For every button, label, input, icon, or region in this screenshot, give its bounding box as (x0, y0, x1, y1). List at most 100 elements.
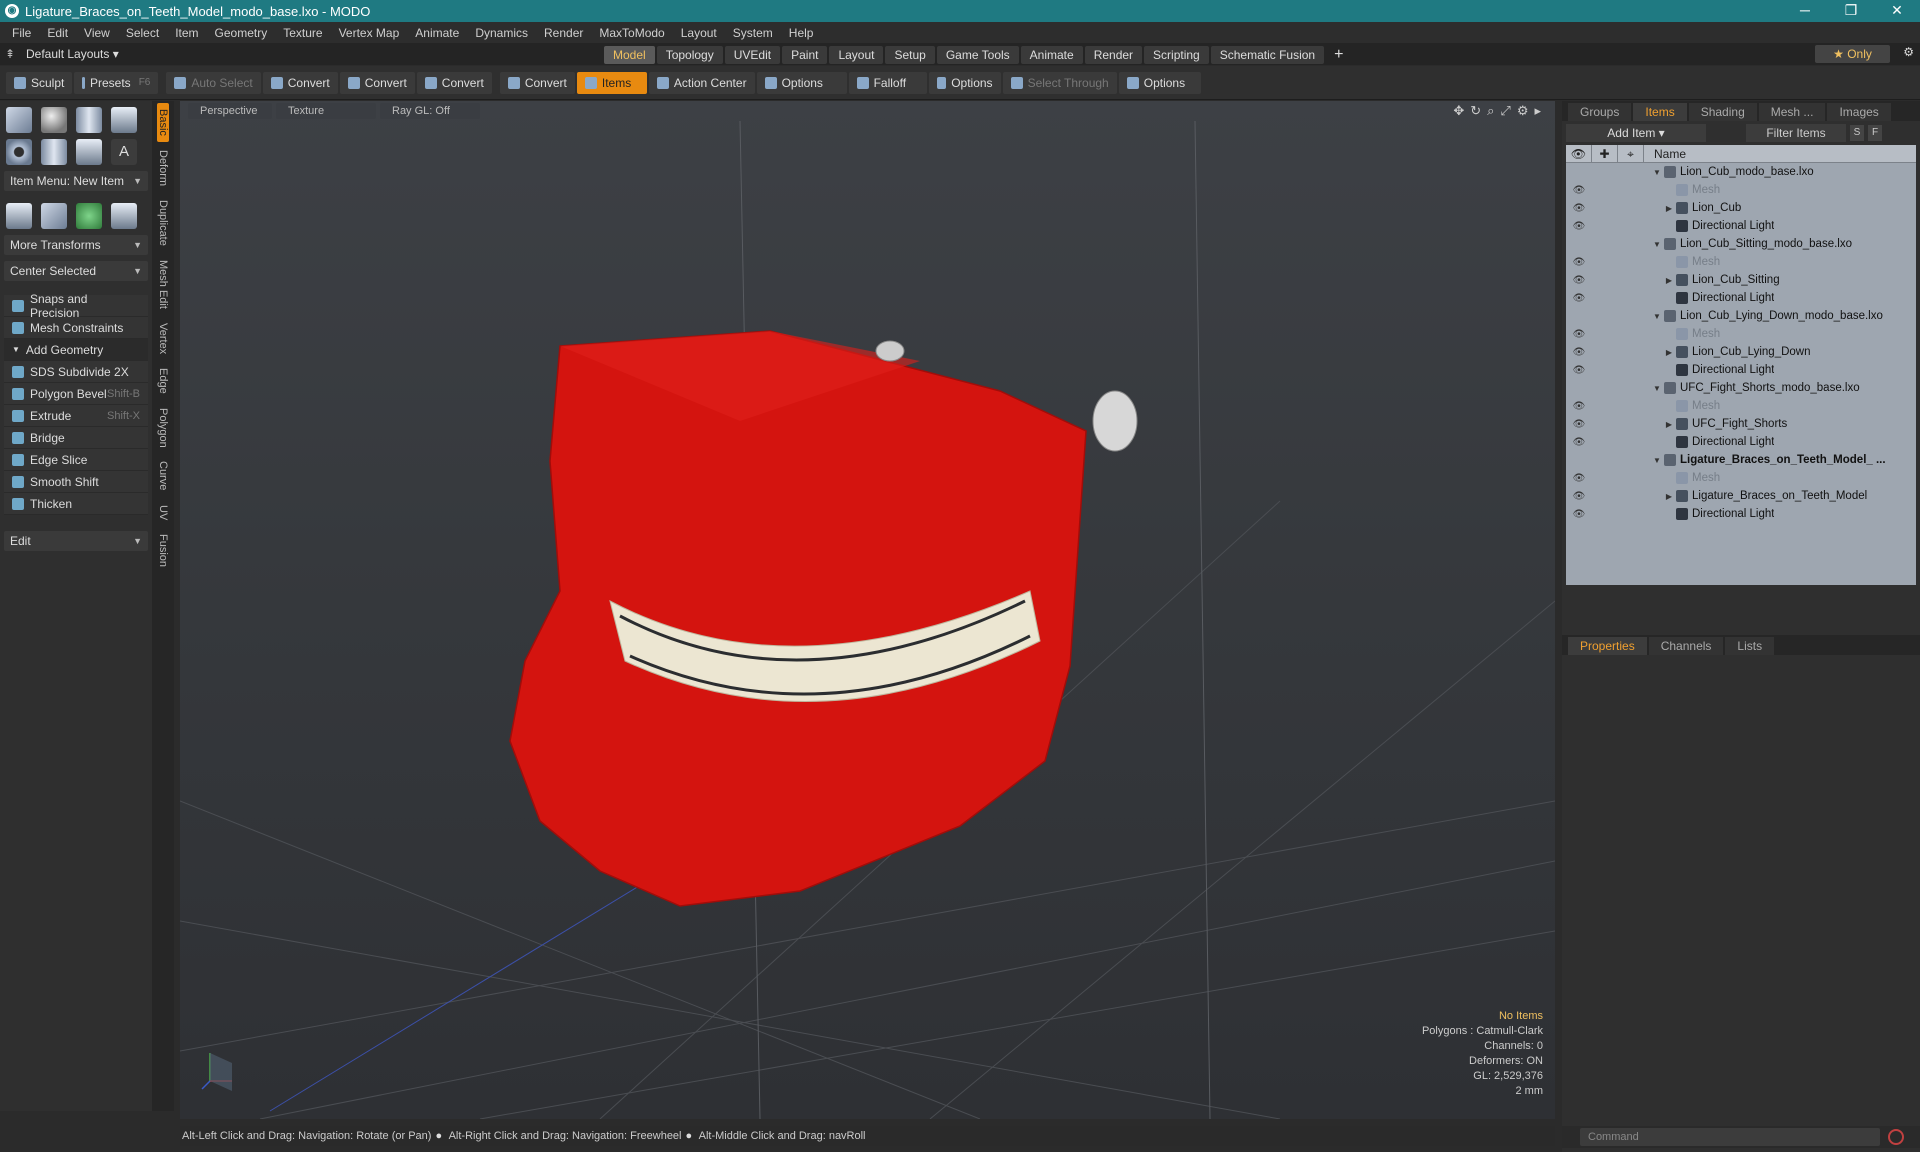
tab-layout[interactable]: Layout (829, 46, 884, 64)
tool-extrude[interactable]: Extrude Shift-X (4, 405, 148, 427)
visibility-eye-icon[interactable]: 👁 (1566, 203, 1592, 214)
edit-dropdown[interactable]: Edit ▼ (4, 531, 148, 551)
menu-layout[interactable]: Layout (673, 26, 725, 40)
record-icon[interactable] (1888, 1129, 1904, 1145)
select-options-button[interactable]: Options (1118, 71, 1201, 94)
select-through-button[interactable]: Select Through (1002, 71, 1117, 94)
menu-system[interactable]: System (725, 26, 781, 40)
grid-icon[interactable] (41, 203, 67, 229)
expanded-arrow-icon[interactable]: ▼ (1650, 168, 1664, 177)
locator-icon[interactable] (6, 203, 32, 229)
convert-edges-button[interactable]: Convert (339, 71, 415, 94)
snaps-button[interactable]: Snaps and Precision (4, 292, 148, 320)
menu-edit[interactable]: Edit (39, 26, 76, 40)
center-selected-dropdown[interactable]: Center Selected ▼ (4, 261, 148, 281)
action-center-button[interactable]: Action Center (648, 71, 755, 94)
eye-column-icon[interactable]: 👁 (1566, 144, 1592, 163)
tab-scripting[interactable]: Scripting (1144, 46, 1209, 64)
convert-vertices-button[interactable]: Convert (262, 71, 338, 94)
sphere-icon[interactable] (41, 107, 67, 133)
menu-texture[interactable]: Texture (275, 26, 330, 40)
sidetab-fusion[interactable]: Fusion (157, 528, 169, 573)
tree-row[interactable]: 👁 Directional Light (1566, 505, 1916, 523)
sidetab-edge[interactable]: Edge (157, 362, 169, 400)
auto-select-button[interactable]: Auto Select (166, 71, 261, 94)
sidetab-polygon[interactable]: Polygon (157, 402, 169, 454)
volume-icon[interactable] (111, 203, 137, 229)
sculpt-button[interactable]: Sculpt (6, 71, 73, 94)
globe-icon[interactable] (76, 203, 102, 229)
menu-select[interactable]: Select (118, 26, 167, 40)
lock-column-icon[interactable]: ✚ (1592, 144, 1618, 163)
visibility-eye-icon[interactable]: 👁 (1566, 329, 1592, 340)
pen-icon[interactable] (76, 139, 102, 165)
menu-vertex-map[interactable]: Vertex Map (331, 26, 408, 40)
cube-icon[interactable] (6, 107, 32, 133)
tree-row[interactable]: 👁 ▶ Lion_Cub_Lying_Down (1566, 343, 1916, 361)
tree-row[interactable]: ▼ Ligature_Braces_on_Teeth_Model_ ... (1566, 451, 1916, 469)
tab-model[interactable]: Model (604, 46, 655, 64)
sidetab-uv[interactable]: UV (157, 499, 169, 526)
tab-shading[interactable]: Shading (1688, 103, 1757, 121)
tab-animate[interactable]: Animate (1020, 46, 1083, 64)
visibility-eye-icon[interactable]: 👁 (1566, 221, 1592, 232)
sidetab-mesh-edit[interactable]: Mesh Edit (157, 254, 169, 315)
visibility-eye-icon[interactable]: 👁 (1566, 257, 1592, 268)
filter-items-input[interactable]: Filter Items (1746, 124, 1846, 142)
visibility-eye-icon[interactable]: 👁 (1566, 509, 1592, 520)
tab-lists[interactable]: Lists (1725, 637, 1775, 655)
visibility-eye-icon[interactable]: 👁 (1566, 419, 1592, 430)
sidetab-duplicate[interactable]: Duplicate (157, 194, 169, 252)
tab-channels[interactable]: Channels (1648, 637, 1724, 655)
expanded-arrow-icon[interactable]: ▼ (1650, 384, 1664, 393)
name-column-header[interactable]: Name (1644, 147, 1686, 161)
tool-sds-subdivide[interactable]: SDS Subdivide 2X (4, 361, 148, 383)
tree-row[interactable]: ▼ Lion_Cub_Sitting_modo_base.lxo (1566, 235, 1916, 253)
convert-materials-button[interactable]: Convert (499, 71, 575, 94)
capsule-icon[interactable] (41, 139, 67, 165)
visibility-eye-icon[interactable]: 👁 (1566, 491, 1592, 502)
presets-button[interactable]: Presets F6 (74, 71, 159, 94)
menu-maxtomodo[interactable]: MaxToModo (591, 26, 672, 40)
expanded-arrow-icon[interactable]: ▼ (1650, 240, 1664, 249)
menu-file[interactable]: File (4, 26, 39, 40)
tab-groups[interactable]: Groups (1568, 103, 1632, 121)
tab-render[interactable]: Render (1084, 46, 1143, 64)
visibility-eye-icon[interactable]: 👁 (1566, 347, 1592, 358)
sidetab-deform[interactable]: Deform (157, 144, 169, 192)
restore-button[interactable]: ❐ (1828, 0, 1874, 22)
tree-row[interactable]: 👁 ▶ Ligature_Braces_on_Teeth_Model (1566, 487, 1916, 505)
convert-polygons-button[interactable]: Convert (416, 71, 492, 94)
tree-row[interactable]: 👁 ▶ UFC_Fight_Shorts (1566, 415, 1916, 433)
collapsed-arrow-icon[interactable]: ▶ (1662, 348, 1676, 357)
tree-row[interactable]: 👁 Mesh (1566, 397, 1916, 415)
collapsed-arrow-icon[interactable]: ▶ (1662, 492, 1676, 501)
tab-topology[interactable]: Topology (656, 46, 723, 64)
tab-properties[interactable]: Properties (1568, 637, 1647, 655)
close-button[interactable]: ✕ (1874, 0, 1920, 22)
cone-icon[interactable] (111, 107, 137, 133)
tree-row[interactable]: ▼ Lion_Cub_Lying_Down_modo_base.lxo (1566, 307, 1916, 325)
visibility-eye-icon[interactable]: 👁 (1566, 185, 1592, 196)
sidetab-vertex[interactable]: Vertex (157, 317, 169, 360)
add-item-dropdown[interactable]: Add Item ▾ (1566, 124, 1706, 142)
type-column-icon[interactable]: ⌖ (1618, 144, 1644, 163)
expanded-arrow-icon[interactable]: ▼ (1650, 312, 1664, 321)
3d-viewport[interactable]: Perspective Texture Ray GL: Off ✥ ↻ ⌕ ⤢ … (180, 101, 1555, 1119)
default-layouts-dropdown[interactable]: Default Layouts ▾ (20, 47, 160, 61)
tree-row[interactable]: 👁 Directional Light (1566, 433, 1916, 451)
tab-images[interactable]: Images (1827, 103, 1891, 121)
tab-setup[interactable]: Setup (885, 46, 935, 64)
tree-row[interactable]: 👁 ▶ Lion_Cub (1566, 199, 1916, 217)
torus-icon[interactable] (6, 139, 32, 165)
tab-schematic-fusion[interactable]: Schematic Fusion (1210, 46, 1325, 64)
tree-row[interactable]: 👁 ▶ Lion_Cub_Sitting (1566, 271, 1916, 289)
more-transforms-dropdown[interactable]: More Transforms ▼ (4, 235, 148, 255)
tree-row[interactable]: ▼ Lion_Cub_modo_base.lxo (1566, 163, 1916, 181)
tree-row[interactable]: ▼ UFC_Fight_Shorts_modo_base.lxo (1566, 379, 1916, 397)
collapsed-arrow-icon[interactable]: ▶ (1662, 276, 1676, 285)
tool-smooth-shift[interactable]: Smooth Shift (4, 471, 148, 493)
menu-dynamics[interactable]: Dynamics (467, 26, 536, 40)
mesh-constraints-button[interactable]: Mesh Constraints (4, 317, 148, 339)
tree-row[interactable]: 👁 Directional Light (1566, 289, 1916, 307)
